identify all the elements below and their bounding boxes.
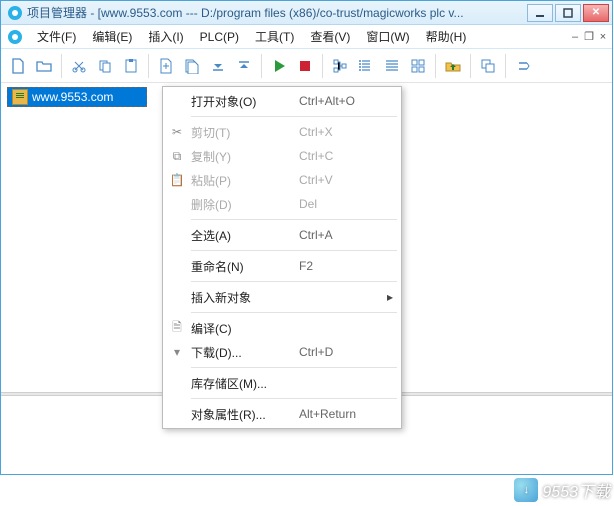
watermark-logo-icon: ↓ — [514, 478, 538, 502]
copy-icon[interactable] — [92, 53, 118, 79]
ctx-paste: 📋 粘贴(P) Ctrl+V — [163, 168, 401, 192]
menubar: 文件(F) 编辑(E) 插入(I) PLC(P) 工具(T) 查看(V) 窗口(… — [1, 25, 612, 49]
ctx-compile[interactable]: 🗎 编译(C) — [163, 316, 401, 340]
ctx-sep — [191, 312, 397, 313]
watermark-text: 9553下载 — [542, 478, 610, 502]
download-icon: ▾ — [163, 345, 191, 359]
ctx-download[interactable]: ▾ 下载(D)... Ctrl+D — [163, 340, 401, 364]
doc-icon — [7, 29, 23, 45]
ctx-properties[interactable]: 对象属性(R)... Alt+Return — [163, 402, 401, 426]
overflow-icon[interactable] — [510, 53, 536, 79]
toolbar-sep — [61, 54, 62, 78]
ctx-delete: 删除(D) Del — [163, 192, 401, 216]
cascade-icon[interactable] — [475, 53, 501, 79]
mdi-close-icon[interactable]: × — [596, 31, 610, 43]
ctx-sep — [191, 281, 397, 282]
menu-view[interactable]: 查看(V) — [302, 25, 358, 48]
toolbar-sep — [505, 54, 506, 78]
compile-all-icon[interactable] — [179, 53, 205, 79]
ctx-cut: ✂ 剪切(T) Ctrl+X — [163, 120, 401, 144]
watermark: ↓ 9553下载 — [514, 478, 610, 502]
toolbar-sep — [148, 54, 149, 78]
ctx-sep — [191, 250, 397, 251]
scissors-icon: ✂ — [163, 125, 191, 139]
window-title: 项目管理器 - [www.9553.com --- D:/program fil… — [27, 4, 525, 21]
titlebar: 项目管理器 - [www.9553.com --- D:/program fil… — [1, 1, 612, 25]
stop-icon[interactable] — [292, 53, 318, 79]
mdi-buttons: – ❐ × — [568, 30, 610, 43]
menu-edit[interactable]: 编辑(E) — [84, 25, 140, 48]
project-icon — [12, 89, 28, 105]
ctx-select-all[interactable]: 全选(A) Ctrl+A — [163, 223, 401, 247]
menu-file[interactable]: 文件(F) — [29, 25, 84, 48]
upload-icon[interactable] — [205, 53, 231, 79]
list2-icon[interactable] — [379, 53, 405, 79]
paste-icon[interactable] — [118, 53, 144, 79]
mdi-restore-icon[interactable]: ❐ — [582, 30, 596, 43]
maximize-button[interactable] — [555, 4, 581, 22]
folder-up-icon[interactable] — [440, 53, 466, 79]
ctx-sep — [191, 367, 397, 368]
ctx-sep — [191, 219, 397, 220]
ctx-copy: ⧉ 复制(Y) Ctrl+C — [163, 144, 401, 168]
menu-tools[interactable]: 工具(T) — [247, 25, 302, 48]
chevron-right-icon: ▸ — [387, 290, 401, 304]
tree-view-icon[interactable] — [327, 53, 353, 79]
project-item[interactable]: www.9553.com — [7, 87, 147, 107]
ctx-open[interactable]: 打开对象(O) Ctrl+Alt+O — [163, 89, 401, 113]
new-file-icon[interactable] — [5, 53, 31, 79]
copy-icon: ⧉ — [163, 149, 191, 164]
toolbar-sep — [261, 54, 262, 78]
list1-icon[interactable] — [353, 53, 379, 79]
close-button[interactable]: ✕ — [583, 4, 609, 22]
menu-help[interactable]: 帮助(H) — [418, 25, 475, 48]
open-folder-icon[interactable] — [31, 53, 57, 79]
ctx-rename[interactable]: 重命名(N) F2 — [163, 254, 401, 278]
minimize-button[interactable] — [527, 4, 553, 22]
menu-window[interactable]: 窗口(W) — [358, 25, 417, 48]
menu-insert[interactable]: 插入(I) — [140, 25, 191, 48]
list3-icon[interactable] — [405, 53, 431, 79]
ctx-library-memory[interactable]: 库存储区(M)... — [163, 371, 401, 395]
clipboard-icon: 📋 — [163, 173, 191, 187]
download-icon[interactable] — [231, 53, 257, 79]
toolbar — [1, 49, 612, 83]
app-icon — [7, 5, 23, 21]
mdi-minimize-icon[interactable]: – — [568, 31, 582, 43]
toolbar-sep — [435, 54, 436, 78]
context-menu: 打开对象(O) Ctrl+Alt+O ✂ 剪切(T) Ctrl+X ⧉ 复制(Y… — [162, 86, 402, 429]
ctx-sep — [191, 116, 397, 117]
run-icon[interactable] — [266, 53, 292, 79]
ctx-sep — [191, 398, 397, 399]
toolbar-sep — [322, 54, 323, 78]
document-icon: 🗎 — [163, 318, 191, 339]
cut-icon[interactable] — [66, 53, 92, 79]
project-item-label: www.9553.com — [32, 90, 113, 104]
menu-plc[interactable]: PLC(P) — [192, 27, 247, 47]
compile-icon[interactable] — [153, 53, 179, 79]
ctx-insert-new[interactable]: 插入新对象 ▸ — [163, 285, 401, 309]
toolbar-sep — [470, 54, 471, 78]
